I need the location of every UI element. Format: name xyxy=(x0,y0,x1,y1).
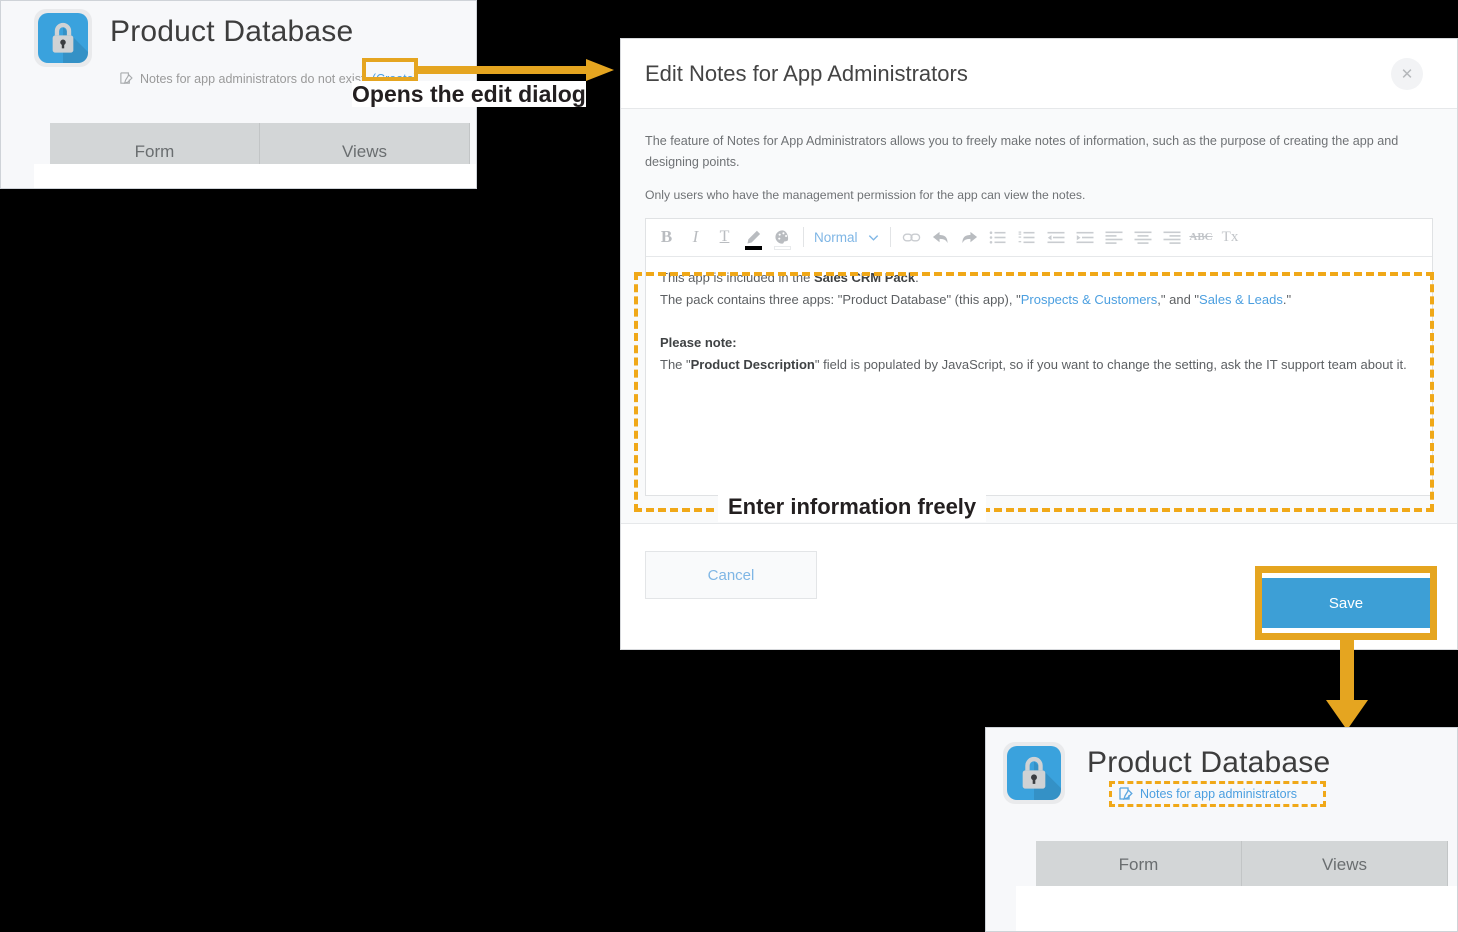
italic-button[interactable]: I xyxy=(681,222,710,252)
pencil-icon[interactable] xyxy=(739,222,768,252)
bullet-list-icon[interactable] xyxy=(984,222,1013,252)
dialog-description-1: The feature of Notes for App Administrat… xyxy=(645,134,1399,170)
annotation-opens-dialog: Opens the edit dialog xyxy=(352,80,586,109)
editor-blank-line xyxy=(660,310,1418,332)
save-button[interactable]: Save xyxy=(1262,578,1430,628)
screenshot-root: Product Database Notes for app administr… xyxy=(0,0,1458,932)
align-right-icon[interactable] xyxy=(1158,222,1187,252)
create-link-highlight-box xyxy=(362,58,418,81)
editor-text: ," and " xyxy=(1157,291,1200,307)
dialog-description-2: Only users who have the management permi… xyxy=(645,187,1086,202)
notes-edit-icon xyxy=(1119,787,1133,801)
chevron-down-icon xyxy=(868,234,878,241)
arrow-to-dialog xyxy=(414,59,614,81)
style-select-value: Normal xyxy=(814,229,858,245)
editor-text: This app is included in the xyxy=(660,269,814,285)
toolbar-separator-1 xyxy=(803,227,804,248)
app-content-area xyxy=(1016,886,1457,931)
editor-line-4: The "Product Description" field is popul… xyxy=(660,354,1418,376)
app-title: Product Database xyxy=(1087,746,1331,779)
edit-notes-dialog: Edit Notes for App Administrators ✕ The … xyxy=(620,38,1458,650)
notes-status-text: Notes for app administrators do not exis… xyxy=(140,71,368,86)
editor-text: " field is populated by JavaScript, so i… xyxy=(814,357,1407,373)
palette-icon[interactable] xyxy=(768,222,797,252)
annotation-opens-dialog-text: Opens the edit dialog xyxy=(352,81,586,107)
editor-text: ." xyxy=(1282,291,1292,307)
notes-edit-icon xyxy=(120,72,133,85)
editor-text: The " xyxy=(660,357,691,373)
app-panel-after: Product Database Notes for app administr… xyxy=(985,727,1458,932)
editor-line-3: Please note: xyxy=(660,332,1418,354)
dialog-header: Edit Notes for App Administrators ✕ xyxy=(621,39,1457,109)
editor-bold-text: Product Description xyxy=(690,357,815,373)
decrease-indent-icon[interactable] xyxy=(1042,222,1071,252)
app-title: Product Database xyxy=(110,15,354,48)
undo-icon[interactable] xyxy=(926,222,955,252)
strikethrough-button[interactable]: ABC xyxy=(1187,222,1216,252)
editor-content[interactable]: This app is included in the Sales CRM Pa… xyxy=(646,256,1432,495)
editor-bold-text: Please note: xyxy=(660,335,737,351)
style-select[interactable]: Normal xyxy=(810,230,884,245)
cancel-button[interactable]: Cancel xyxy=(645,551,817,599)
app-lock-icon xyxy=(34,9,92,67)
editor-bold-text: Sales CRM Pack xyxy=(813,269,916,285)
tab-form[interactable]: Form xyxy=(1036,841,1242,889)
dialog-title: Edit Notes for App Administrators xyxy=(645,60,968,86)
editor-line-1: This app is included in the Sales CRM Pa… xyxy=(660,267,1418,289)
editor-link-sales[interactable]: Sales & Leads xyxy=(1199,292,1283,307)
app-lock-icon xyxy=(1003,742,1065,804)
redo-icon[interactable] xyxy=(955,222,984,252)
editor-text: . xyxy=(915,269,919,285)
remove-format-button[interactable]: Tx xyxy=(1216,222,1245,252)
arrow-to-result-panel xyxy=(1326,638,1368,730)
editor-line-2: The pack contains three apps: "Product D… xyxy=(660,289,1418,311)
notes-link[interactable]: Notes for app administrators xyxy=(1140,787,1297,801)
editor-toolbar: B I T Normal ABC Tx xyxy=(646,218,1432,257)
notes-link-highlight: Notes for app administrators xyxy=(1109,781,1327,807)
app-content-area xyxy=(34,164,476,188)
rich-text-editor: B I T Normal ABC Tx This app is included… xyxy=(645,217,1433,496)
annotation-enter-freely: Enter information freely xyxy=(718,492,987,522)
bold-button[interactable]: B xyxy=(652,222,681,252)
app-tabs-after: Form Views xyxy=(1036,841,1448,889)
editor-link-prospects[interactable]: Prospects & Customers xyxy=(1021,292,1158,307)
tab-views[interactable]: Views xyxy=(1242,841,1448,889)
editor-text: The pack contains three apps: "Product D… xyxy=(660,291,1021,307)
underline-button[interactable]: T xyxy=(710,222,739,252)
align-center-icon[interactable] xyxy=(1129,222,1158,252)
numbered-list-icon[interactable] xyxy=(1013,222,1042,252)
increase-indent-icon[interactable] xyxy=(1071,222,1100,252)
toolbar-separator-2 xyxy=(889,227,891,248)
align-left-icon[interactable] xyxy=(1100,222,1129,252)
link-icon[interactable] xyxy=(897,222,926,252)
close-icon[interactable]: ✕ xyxy=(1391,57,1423,90)
